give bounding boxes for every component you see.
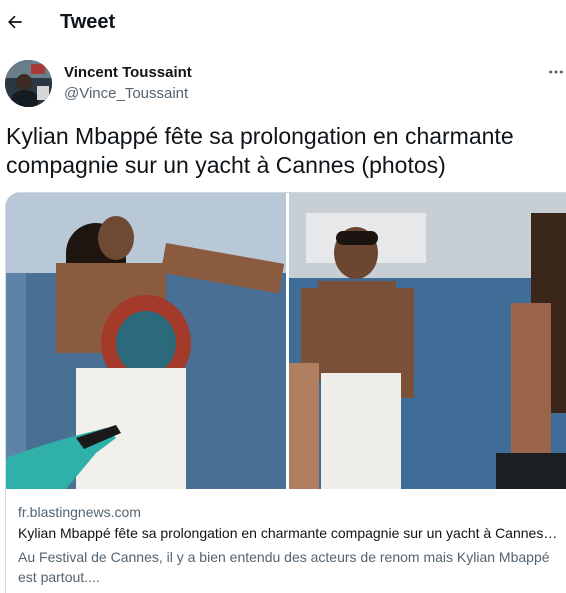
avatar-image	[5, 60, 52, 107]
top-bar: Tweet	[0, 0, 566, 46]
avatar[interactable]	[5, 60, 52, 107]
more-button[interactable]	[546, 62, 566, 82]
card-domain: fr.blastingnews.com	[18, 504, 141, 520]
arrow-left-icon	[8, 15, 22, 29]
tweet-author: Vincent Toussaint @Vince_Toussaint	[0, 56, 566, 112]
author-name[interactable]: Vincent Toussaint	[64, 64, 192, 82]
card-description: Au Festival de Cannes, il y a bien enten…	[18, 549, 550, 585]
tweet-text: Kylian Mbappé fête sa prolongation en ch…	[6, 123, 514, 178]
more-horizontal-icon	[549, 70, 563, 74]
page-title: Tweet	[60, 11, 116, 33]
card-title: Kylian Mbappé fête sa prolongation en ch…	[18, 525, 558, 541]
author-handle[interactable]: @Vince_Toussaint	[64, 85, 188, 103]
link-card[interactable]: fr.blastingnews.com Kylian Mbappé fête s…	[5, 192, 566, 593]
card-image	[6, 193, 566, 489]
back-button[interactable]	[4, 8, 26, 36]
